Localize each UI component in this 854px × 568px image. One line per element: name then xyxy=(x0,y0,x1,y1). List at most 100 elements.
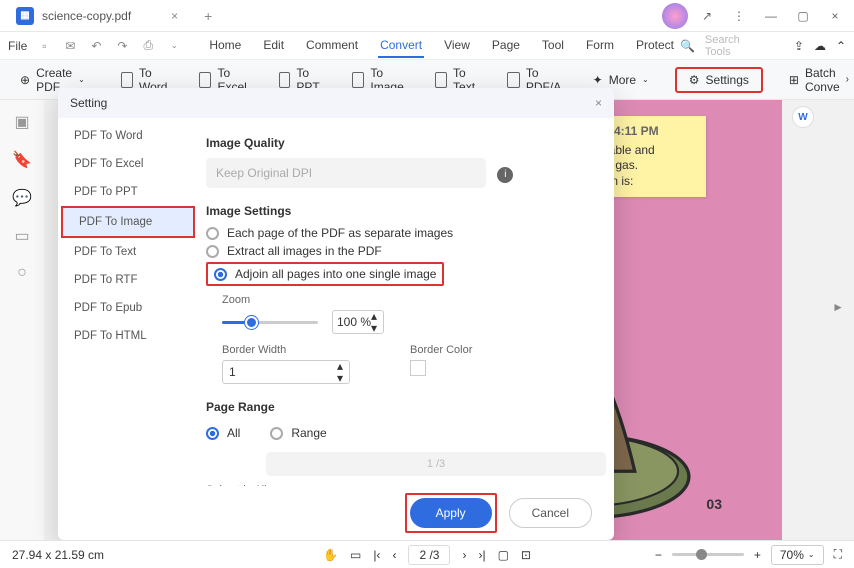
radio-adjoin-pages[interactable]: Adjoin all pages into one single image xyxy=(214,267,436,281)
app-icon: ▦ xyxy=(16,7,34,25)
image-settings-title: Image Settings xyxy=(206,204,590,218)
next-page-icon[interactable]: › xyxy=(462,548,466,562)
page-range-title: Page Range xyxy=(206,400,590,414)
zoom-out-icon[interactable]: − xyxy=(655,548,662,562)
border-color-picker[interactable] xyxy=(410,360,426,376)
share-icon[interactable]: ⇪ xyxy=(794,39,804,53)
fit-width-icon[interactable]: ▢ xyxy=(498,548,509,562)
page-dimensions: 27.94 x 21.59 cm xyxy=(12,548,104,562)
statusbar: 27.94 x 21.59 cm ✋ ▭ |‹ ‹ 2 /3 › ›| ▢ ⊡ … xyxy=(0,540,854,568)
zoom-value-box[interactable]: 70%⌄ xyxy=(771,545,824,565)
chevron-up-icon[interactable]: ⌃ xyxy=(836,39,846,53)
sidebar-item-epub[interactable]: PDF To Epub xyxy=(58,294,198,322)
zoom-slider-status[interactable] xyxy=(672,553,744,556)
prev-page-icon[interactable]: ‹ xyxy=(392,548,396,562)
info-icon[interactable]: i xyxy=(497,167,513,183)
sidebar-item-html[interactable]: PDF To HTML xyxy=(58,322,198,350)
dpi-select[interactable]: Keep Original DPI xyxy=(206,158,486,188)
zoom-label: Zoom xyxy=(222,294,590,306)
gear-icon: ⚙ xyxy=(689,73,700,87)
mail-icon[interactable]: ✉ xyxy=(61,39,79,53)
left-rail: ▣ 🔖 💬 ▭ ○ xyxy=(0,100,44,540)
titlebar: ▦ science-copy.pdf × + ↗ ⋮ — ▢ × xyxy=(0,0,854,32)
tab-form[interactable]: Form xyxy=(584,34,616,58)
zoom-in-icon[interactable]: + xyxy=(754,548,761,562)
settings-dialog: Setting × PDF To Word PDF To Excel PDF T… xyxy=(58,88,614,540)
page-number-badge: 03 xyxy=(706,496,722,512)
border-color-label: Border Color xyxy=(410,344,472,356)
radio-separate-images[interactable]: Each page of the PDF as separate images xyxy=(206,226,590,240)
tab-tool[interactable]: Tool xyxy=(540,34,566,58)
page-range-indicator: 1 /3 xyxy=(266,452,606,476)
sidebar-item-excel[interactable]: PDF To Excel xyxy=(58,150,198,178)
image-quality-title: Image Quality xyxy=(206,136,590,150)
fit-page-icon[interactable]: ⊡ xyxy=(521,548,531,562)
bookmark-icon[interactable]: 🔖 xyxy=(12,150,32,170)
tab-protect[interactable]: Protect xyxy=(634,34,676,58)
plus-icon: ⊕ xyxy=(20,73,30,87)
minimize-icon[interactable]: — xyxy=(758,3,784,29)
save-icon[interactable]: ▫ xyxy=(35,39,53,53)
page-counter[interactable]: 2 /3 xyxy=(408,545,450,565)
text-icon xyxy=(435,72,447,88)
sidebar-item-image[interactable]: PDF To Image xyxy=(61,206,195,238)
batch-icon: ⊞ xyxy=(789,73,799,87)
settings-button[interactable]: ⚙Settings xyxy=(675,67,763,93)
close-window-icon[interactable]: × xyxy=(822,3,848,29)
batch-convert-button[interactable]: ⊞Batch Conve› xyxy=(779,60,854,100)
tab-page[interactable]: Page xyxy=(490,34,522,58)
hand-tool-icon[interactable]: ✋ xyxy=(323,548,338,562)
file-menu[interactable]: File xyxy=(8,39,27,53)
menubar: File ▫ ✉ ↶ ↷ ⎙ ⌄ Home Edit Comment Conve… xyxy=(0,32,854,60)
dialog-sidebar: PDF To Word PDF To Excel PDF To PPT PDF … xyxy=(58,118,198,486)
tab-view[interactable]: View xyxy=(442,34,472,58)
maximize-icon[interactable]: ▢ xyxy=(790,3,816,29)
word-badge-icon[interactable]: W xyxy=(792,106,814,128)
radio-all-pages[interactable]: All xyxy=(206,426,240,440)
cloud-icon[interactable]: ☁ xyxy=(814,39,826,53)
sidebar-item-rtf[interactable]: PDF To RTF xyxy=(58,266,198,294)
border-width-input[interactable]: 1▴▾ xyxy=(222,360,350,384)
close-dialog-icon[interactable]: × xyxy=(595,96,602,110)
comment-icon[interactable]: 💬 xyxy=(12,188,32,208)
select-tool-icon[interactable]: ▭ xyxy=(350,548,361,562)
thumbnails-icon[interactable]: ▣ xyxy=(14,112,29,132)
radio-extract-images[interactable]: Extract all images in the PDF xyxy=(206,244,590,258)
theme-icon[interactable] xyxy=(662,3,688,29)
zoom-slider[interactable] xyxy=(222,321,318,324)
tab-edit[interactable]: Edit xyxy=(261,34,286,58)
next-arrow-icon[interactable]: ► xyxy=(832,300,844,314)
tab-home[interactable]: Home xyxy=(207,34,243,58)
undo-icon[interactable]: ↶ xyxy=(87,39,105,53)
print-icon[interactable]: ⎙ xyxy=(139,38,157,53)
close-tab-icon[interactable]: × xyxy=(171,9,178,23)
sidebar-item-text[interactable]: PDF To Text xyxy=(58,238,198,266)
radio-range[interactable]: Range xyxy=(270,426,326,440)
tab-comment[interactable]: Comment xyxy=(304,34,360,58)
sidebar-item-word[interactable]: PDF To Word xyxy=(58,122,198,150)
ppt-icon xyxy=(279,72,291,88)
first-page-icon[interactable]: |‹ xyxy=(373,548,380,562)
search-placeholder[interactable]: Search Tools xyxy=(705,34,764,58)
tab-convert[interactable]: Convert xyxy=(378,34,424,58)
search-icon[interactable]: 🔍 xyxy=(680,39,695,53)
excel-icon xyxy=(199,72,211,88)
word-icon xyxy=(121,72,133,88)
dropdown-icon[interactable]: ⌄ xyxy=(165,41,183,50)
star-icon: ✦ xyxy=(593,73,603,87)
document-tab[interactable]: ▦ science-copy.pdf × xyxy=(8,2,186,30)
cancel-button[interactable]: Cancel xyxy=(509,498,592,528)
search-rail-icon[interactable]: ○ xyxy=(17,264,27,282)
external-icon[interactable]: ↗ xyxy=(694,3,720,29)
sidebar-item-ppt[interactable]: PDF To PPT xyxy=(58,178,198,206)
last-page-icon[interactable]: ›| xyxy=(478,548,485,562)
kebab-icon[interactable]: ⋮ xyxy=(726,3,752,29)
attachment-icon[interactable]: ▭ xyxy=(14,226,29,246)
apply-button[interactable]: Apply xyxy=(410,498,492,528)
zoom-spinbox[interactable]: 100 %▴▾ xyxy=(332,310,384,334)
redo-icon[interactable]: ↷ xyxy=(113,39,131,53)
fullscreen-icon[interactable]: ⛶ xyxy=(834,547,842,562)
new-tab-icon[interactable]: + xyxy=(204,8,212,24)
pdfa-icon xyxy=(507,72,520,88)
dialog-title: Setting xyxy=(70,96,107,110)
